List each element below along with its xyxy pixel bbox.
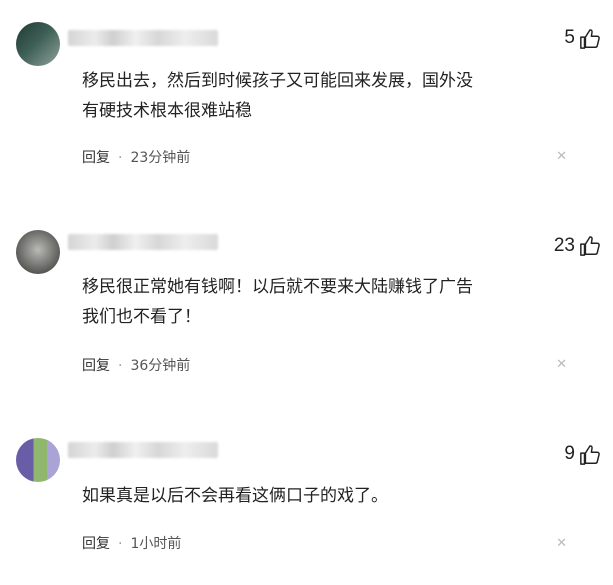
timestamp: 1小时前 [130, 536, 182, 552]
avatar[interactable] [16, 438, 60, 482]
reply-button[interactable]: 回复 [82, 536, 110, 552]
thumbs-up-icon[interactable] [579, 444, 601, 466]
comment-meta: 回复 · 1小时前 [82, 533, 181, 553]
comment-item: 9 如果真是以后不会再看这俩口子的戏了。 回复 · 1小时前 ✕ [0, 0, 613, 585]
like-count: 9 [564, 443, 575, 464]
comment-text: 如果真是以后不会再看这俩口子的戏了。 [82, 481, 582, 511]
username-redacted[interactable] [68, 442, 218, 458]
separator-dot: · [118, 536, 123, 552]
comment-text-line: 如果真是以后不会再看这俩口子的戏了。 [82, 486, 388, 506]
close-icon[interactable]: ✕ [556, 536, 567, 551]
